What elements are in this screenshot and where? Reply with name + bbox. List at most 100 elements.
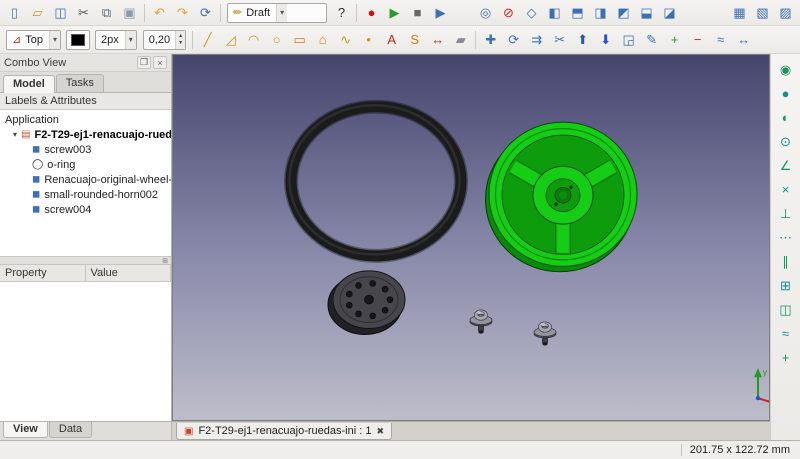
3d-viewport[interactable]: y x — [172, 54, 770, 421]
tab-view[interactable]: View — [3, 422, 48, 438]
view-right-button[interactable]: ◨ — [589, 2, 612, 24]
draft-rotate-button[interactable]: ⟳ — [502, 29, 525, 51]
part-icon: ◯ — [32, 158, 44, 170]
snap-ortho-button[interactable]: + — [775, 346, 797, 368]
draft-trimex-button[interactable]: ✂ — [548, 29, 571, 51]
draft-point-button[interactable]: • — [357, 29, 380, 51]
working-plane-selector[interactable]: ⊿ Top ▾ — [6, 29, 61, 50]
draft-add-point-button[interactable]: + — [663, 29, 686, 51]
draft-stretch-button[interactable]: ↔ — [732, 29, 755, 51]
tree-item-screw004[interactable]: ◼ screw004 — [0, 202, 171, 217]
tab-data[interactable]: Data — [48, 422, 93, 438]
spin-down-icon[interactable]: ▾ — [176, 40, 185, 47]
view-rear-button[interactable]: ◩ — [612, 2, 635, 24]
tab-tasks[interactable]: Tasks — [55, 74, 104, 92]
scale-spinner[interactable]: 0,20 ▴ ▾ — [142, 29, 187, 50]
draw-style-button[interactable]: ⊘ — [497, 2, 520, 24]
workbench-selector[interactable]: ✏ Draft ▾ — [227, 2, 327, 23]
draft-edit-button[interactable]: ✎ — [640, 29, 663, 51]
property-editor[interactable] — [0, 282, 171, 421]
copy-button[interactable]: ⧉ — [95, 2, 118, 24]
snap-midpoint-button[interactable]: ◐ — [775, 106, 797, 128]
tree-item-screw003[interactable]: ◼ screw003 — [0, 142, 171, 157]
splitter-expand-icon[interactable]: ⊞ — [162, 257, 168, 265]
main-area: Combo View ❐ × Model Tasks Labels & Attrib… — [0, 54, 800, 440]
view-front-button[interactable]: ◧ — [543, 2, 566, 24]
draft-delete-point-button[interactable]: − — [686, 29, 709, 51]
redo-button[interactable]: ↷ — [171, 2, 194, 24]
snap-perpendicular-button[interactable]: ⊥ — [775, 202, 797, 224]
combo-view-titlebar: Combo View ❐ × — [0, 54, 171, 72]
tree-item-renacuajo-original-wheel-screw[interactable]: ◼ Renacuajo-original-wheel-screw — [0, 172, 171, 187]
snap-endpoint-button[interactable]: ● — [775, 82, 797, 104]
spinner-buttons: ▴ ▾ — [175, 30, 186, 49]
tab-model[interactable]: Model — [3, 75, 55, 93]
draft-shapestring-button[interactable]: S — [403, 29, 426, 51]
draft-text-button[interactable]: A — [380, 29, 403, 51]
snap-near-button[interactable]: ≈ — [775, 322, 797, 344]
view-bottom-button[interactable]: ⬓ — [635, 2, 658, 24]
new-document-button[interactable]: ▯ — [3, 2, 26, 24]
draft-move-button[interactable]: ✚ — [479, 29, 502, 51]
draft-line-button[interactable]: ╱ — [196, 29, 219, 51]
macro-debug-button[interactable]: ▶ — [429, 2, 452, 24]
snap-working-plane-button[interactable]: ◫ — [775, 298, 797, 320]
draft-dimension-button[interactable]: ↔ — [426, 29, 449, 51]
snap-intersection-button[interactable]: × — [775, 178, 797, 200]
fit-all-button[interactable]: ◎ — [474, 2, 497, 24]
refresh-button[interactable]: ⟳ — [194, 2, 217, 24]
line-color-button[interactable] — [65, 29, 90, 50]
close-icon[interactable]: ✖ — [376, 426, 384, 437]
whats-this-button[interactable]: ? — [330, 2, 353, 24]
snap-grid-button[interactable]: ⊞ — [775, 274, 797, 296]
paste-button[interactable]: ▣ — [118, 2, 141, 24]
cut-button[interactable]: ✂ — [72, 2, 95, 24]
tree-item-small-rounded-horn002[interactable]: ◼ small-rounded-horn002 — [0, 187, 171, 202]
panel-float-button[interactable]: ❐ — [137, 56, 151, 69]
draft-rectangle-button[interactable]: ▭ — [288, 29, 311, 51]
line-width-value: 2px — [100, 33, 119, 46]
panel-close-button[interactable]: × — [153, 56, 167, 69]
draft-upgrade-button[interactable]: ⬆ — [571, 29, 594, 51]
expander-icon[interactable]: ▾ — [13, 130, 17, 139]
draft-wire-to-bspline-button[interactable]: ≈ — [709, 29, 732, 51]
draft-downgrade-button[interactable]: ⬇ — [594, 29, 617, 51]
view-isometric-button[interactable]: ◇ — [520, 2, 543, 24]
draft-bspline-button[interactable]: ∿ — [334, 29, 357, 51]
snap-angle-button[interactable]: ∠ — [775, 154, 797, 176]
draft-scale-button[interactable]: ◲ — [617, 29, 640, 51]
view-top-button[interactable]: ⬒ — [566, 2, 589, 24]
chevron-down-icon: ▾ — [124, 30, 136, 49]
combo-view-title: Combo View — [4, 56, 67, 69]
dock-view-button[interactable]: ▧ — [751, 2, 774, 24]
spin-up-icon[interactable]: ▴ — [176, 33, 185, 40]
panel-splitter[interactable]: ⊞ — [0, 256, 171, 265]
macro-stop-button[interactable]: ■ — [406, 2, 429, 24]
box-view-button[interactable]: ▨ — [774, 2, 797, 24]
dimension-readout: 201.75 x 122.72 mm — [689, 444, 790, 456]
toolbar-group-help: ? — [330, 2, 353, 24]
snap-lock-button[interactable]: ◉ — [775, 58, 797, 80]
draft-arc-button[interactable]: ◠ — [242, 29, 265, 51]
line-width-selector[interactable]: 2px ▾ — [94, 29, 137, 50]
macro-play-button[interactable]: ▶ — [383, 2, 406, 24]
open-document-button[interactable]: ▱ — [26, 2, 49, 24]
document-tab[interactable]: ▣ F2-T29-ej1-renacuajo-ruedas-ini : 1 ✖ — [176, 423, 393, 440]
draft-offset-button[interactable]: ⇉ — [525, 29, 548, 51]
undo-button[interactable]: ↶ — [148, 2, 171, 24]
draft-circle-button[interactable]: ○ — [265, 29, 288, 51]
save-button[interactable]: ◫ — [49, 2, 72, 24]
draft-facebinder-button[interactable]: ▰ — [449, 29, 472, 51]
draft-wire-button[interactable]: ◿ — [219, 29, 242, 51]
snap-parallel-button[interactable]: ∥ — [775, 250, 797, 272]
draft-polygon-button[interactable]: ⌂ — [311, 29, 334, 51]
snap-extension-button[interactable]: ⋯ — [775, 226, 797, 248]
snap-center-button[interactable]: ⊙ — [775, 130, 797, 152]
working-plane-icon: ⊿ — [12, 34, 22, 46]
macro-record-button[interactable]: ● — [360, 2, 383, 24]
texture-view-button[interactable]: ▦ — [728, 2, 751, 24]
tree-root-application[interactable]: Application — [0, 112, 171, 127]
tree-item-o-ring[interactable]: ◯ o-ring — [0, 157, 171, 172]
view-left-button[interactable]: ◪ — [658, 2, 681, 24]
tree-item-document[interactable]: ▾ ▤ F2-T29-ej1-renacuajo-ruedas-ini — [0, 127, 171, 142]
